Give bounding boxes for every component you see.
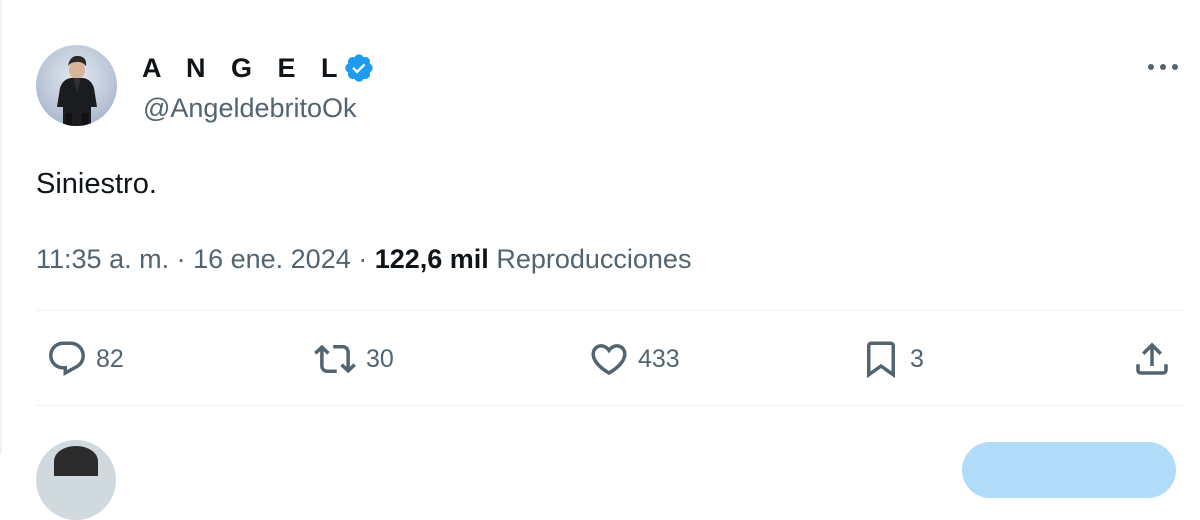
views-label: Reproducciones bbox=[496, 244, 692, 274]
meta-separator: · bbox=[350, 244, 375, 274]
display-name-text: A N G E L bbox=[142, 52, 347, 83]
bookmark-button[interactable]: 3 bbox=[860, 336, 924, 382]
author-avatar[interactable] bbox=[36, 45, 117, 126]
current-user-avatar[interactable] bbox=[36, 440, 116, 520]
more-dots-icon bbox=[1148, 64, 1178, 70]
share-button[interactable] bbox=[1131, 336, 1173, 382]
meta-separator: · bbox=[169, 244, 194, 274]
reply-button[interactable]: 82 bbox=[46, 336, 124, 382]
retweet-button[interactable]: 30 bbox=[312, 336, 394, 382]
tweet-date[interactable]: 16 ene. 2024 bbox=[193, 244, 351, 274]
like-count: 433 bbox=[638, 344, 680, 373]
tweet-time[interactable]: 11:35 a. m. bbox=[36, 244, 169, 274]
author-display-name[interactable]: A N G E L bbox=[142, 50, 375, 86]
like-icon bbox=[591, 344, 627, 376]
retweet-icon bbox=[314, 344, 356, 374]
like-button[interactable]: 433 bbox=[588, 336, 680, 382]
bookmark-count: 3 bbox=[910, 344, 924, 373]
divider-bottom bbox=[36, 405, 1184, 406]
reply-submit-button[interactable] bbox=[962, 442, 1176, 498]
more-options-button[interactable] bbox=[1140, 52, 1186, 82]
retweet-count: 30 bbox=[366, 344, 394, 373]
verified-badge-icon[interactable] bbox=[343, 52, 375, 84]
reply-count: 82 bbox=[96, 344, 124, 373]
author-photo bbox=[57, 55, 97, 126]
reply-icon bbox=[49, 341, 85, 376]
tweet-metadata: 11:35 a. m. · 16 ene. 2024 · 122,6 mil R… bbox=[36, 242, 691, 276]
views-count: 122,6 mil bbox=[374, 244, 489, 274]
divider-top bbox=[36, 310, 1184, 311]
tweet-text: Siniestro. bbox=[36, 168, 157, 200]
tweet-left-border bbox=[0, 0, 2, 454]
author-handle[interactable]: @AngeldebritoOk bbox=[143, 92, 357, 124]
share-icon bbox=[1136, 342, 1168, 375]
bookmark-icon bbox=[867, 341, 895, 379]
